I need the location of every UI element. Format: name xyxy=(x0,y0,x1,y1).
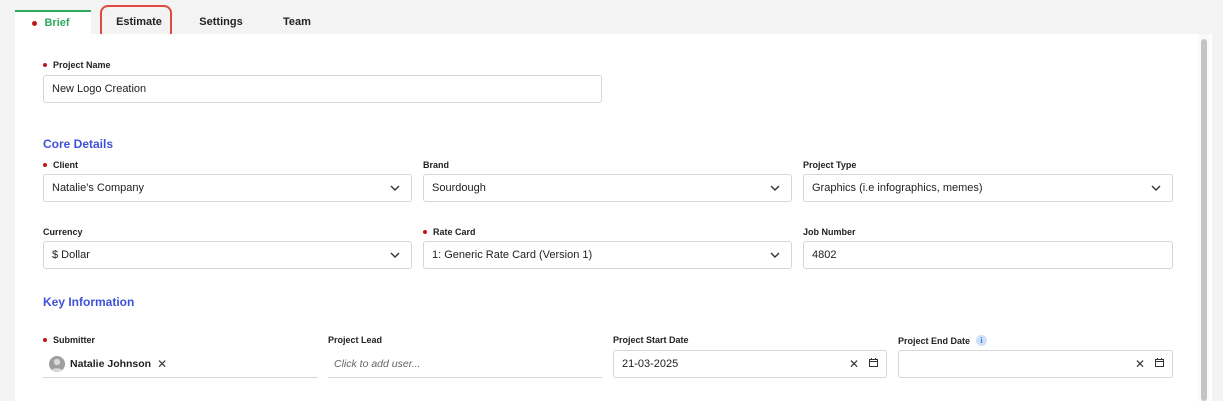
submitter-field[interactable]: Natalie Johnson ✕ xyxy=(43,350,318,378)
chevron-down-icon xyxy=(769,182,781,194)
project-name-value: New Logo Creation xyxy=(52,83,147,95)
required-indicator xyxy=(43,63,47,67)
currency-select[interactable]: $ Dollar xyxy=(43,241,412,269)
avatar xyxy=(49,355,65,372)
tab-team[interactable]: Team xyxy=(263,10,331,34)
rate-card-label: Rate Card xyxy=(423,227,476,237)
chevron-down-icon xyxy=(1150,182,1162,194)
end-date-label: Project End Date i xyxy=(898,335,988,346)
currency-value: $ Dollar xyxy=(52,249,90,261)
key-information-heading: Key Information xyxy=(43,295,135,309)
project-name-input[interactable]: New Logo Creation xyxy=(43,75,602,103)
date-controls: ✕ xyxy=(849,358,878,370)
brand-select[interactable]: Sourdough xyxy=(423,174,792,202)
calendar-icon[interactable] xyxy=(869,358,878,370)
chevron-down-icon xyxy=(769,249,781,261)
currency-label-text: Currency xyxy=(43,227,83,237)
rate-card-select[interactable]: 1: Generic Rate Card (Version 1) xyxy=(423,241,792,269)
core-details-heading: Core Details xyxy=(43,137,114,151)
currency-label: Currency xyxy=(43,227,83,237)
tab-estimate-label: Estimate xyxy=(116,16,162,28)
end-date-label-text: Project End Date xyxy=(898,335,971,346)
end-date-input[interactable]: ✕ xyxy=(898,350,1173,378)
rate-card-value: 1: Generic Rate Card (Version 1) xyxy=(432,249,593,261)
brand-label-text: Brand xyxy=(423,160,450,170)
client-select[interactable]: Natalie's Company xyxy=(43,174,412,202)
scrollbar-thumb[interactable] xyxy=(1201,39,1207,401)
project-lead-field[interactable]: Click to add user... xyxy=(328,350,602,378)
project-name-label: Project Name xyxy=(43,60,111,70)
start-date-value: 21-03-2025 xyxy=(622,358,679,370)
project-type-label-text: Project Type xyxy=(803,160,857,170)
date-controls: ✕ xyxy=(1135,358,1164,370)
job-number-label-text: Job Number xyxy=(803,227,856,237)
client-value: Natalie's Company xyxy=(52,182,144,194)
project-type-select[interactable]: Graphics (i.e infographics, memes) xyxy=(803,174,1173,202)
chevron-down-icon xyxy=(389,249,401,261)
required-indicator xyxy=(43,163,47,167)
clear-icon[interactable]: ✕ xyxy=(849,358,859,370)
submitter-label-text: Submitter xyxy=(53,335,96,345)
clear-icon[interactable]: ✕ xyxy=(1135,358,1145,370)
submitter-label: Submitter xyxy=(43,335,95,345)
tab-team-label: Team xyxy=(283,16,311,28)
project-lead-label: Project Lead xyxy=(328,335,382,345)
required-indicator xyxy=(32,20,38,26)
project-type-label: Project Type xyxy=(803,160,856,170)
brand-value: Sourdough xyxy=(432,182,486,194)
tab-estimate[interactable]: Estimate xyxy=(99,10,179,34)
brand-label: Brand xyxy=(423,160,449,170)
job-number-input[interactable]: 4802 xyxy=(803,241,1173,269)
required-indicator xyxy=(43,338,47,342)
client-label: Client xyxy=(43,160,78,170)
start-date-input[interactable]: 21-03-2025 ✕ xyxy=(613,350,887,378)
project-lead-label-text: Project Lead xyxy=(328,335,383,345)
rate-card-label-text: Rate Card xyxy=(433,227,476,237)
project-name-label-text: Project Name xyxy=(53,60,111,70)
job-number-label: Job Number xyxy=(803,227,856,237)
start-date-label-text: Project Start Date xyxy=(613,335,689,345)
tab-settings-label: Settings xyxy=(199,16,243,28)
remove-user-icon[interactable]: ✕ xyxy=(157,357,167,371)
calendar-icon[interactable] xyxy=(1155,358,1164,370)
required-indicator xyxy=(423,230,427,234)
start-date-label: Project Start Date xyxy=(613,335,689,345)
tab-bar: Brief Estimate Settings Team xyxy=(15,10,331,34)
client-label-text: Client xyxy=(53,160,79,170)
tab-settings[interactable]: Settings xyxy=(179,10,263,34)
job-number-value: 4802 xyxy=(812,249,837,261)
project-type-value: Graphics (i.e infographics, memes) xyxy=(812,182,983,194)
submitter-user-name: Natalie Johnson xyxy=(70,357,152,370)
tab-brief[interactable]: Brief xyxy=(15,10,91,34)
chevron-down-icon xyxy=(389,182,401,194)
info-icon[interactable]: i xyxy=(976,335,988,346)
tab-brief-label: Brief xyxy=(44,17,70,29)
project-lead-placeholder: Click to add user... xyxy=(334,357,421,370)
